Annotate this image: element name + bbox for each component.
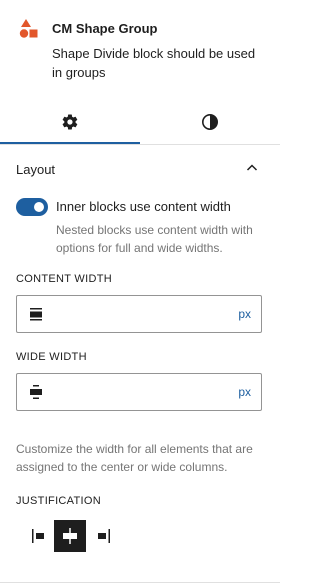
block-card: CM Shape Group Shape Divide block should…: [0, 0, 280, 104]
justify-left-icon: [32, 529, 44, 543]
justification-control: [24, 520, 116, 552]
content-width-input[interactable]: px: [16, 295, 262, 333]
wide-width-label: WIDE WIDTH: [16, 351, 87, 363]
shapes-icon: [19, 19, 38, 38]
justify-right-icon: [98, 529, 110, 543]
chevron-up-icon: [246, 164, 258, 171]
wide-width-icon: [30, 385, 42, 399]
gear-icon: [62, 114, 78, 130]
toggle-knob: [34, 202, 44, 212]
justify-right-button[interactable]: [86, 520, 118, 552]
toggle-help-text: Nested blocks use content width with opt…: [56, 223, 253, 255]
justify-center-button[interactable]: [54, 520, 86, 552]
tab-settings[interactable]: [0, 104, 140, 144]
inspector-tabs: [0, 104, 280, 144]
content-width-toggle[interactable]: [16, 198, 48, 216]
half-circle-icon: [202, 114, 218, 130]
justify-left-button[interactable]: [24, 520, 56, 552]
block-title: CM Shape Group: [52, 21, 158, 36]
justification-label: JUSTIFICATION: [16, 495, 101, 507]
layout-panel-title: Layout: [16, 162, 56, 177]
tab-styles[interactable]: [140, 104, 280, 144]
toggle-label: Inner blocks use content width: [56, 199, 231, 214]
content-width-label: CONTENT WIDTH: [16, 273, 112, 285]
content-width-unit-select[interactable]: px: [238, 307, 251, 321]
content-width-icon: [30, 308, 42, 321]
wide-width-input[interactable]: px: [16, 373, 262, 411]
bottom-divider: [0, 582, 280, 583]
justify-center-icon: [63, 528, 77, 544]
width-help-text: Customize the width for all elements tha…: [16, 442, 253, 474]
wide-width-unit-select[interactable]: px: [238, 385, 251, 399]
block-description: Shape Divide block should be used in gro…: [52, 46, 256, 80]
layout-panel-toggle[interactable]: Layout: [0, 145, 280, 193]
